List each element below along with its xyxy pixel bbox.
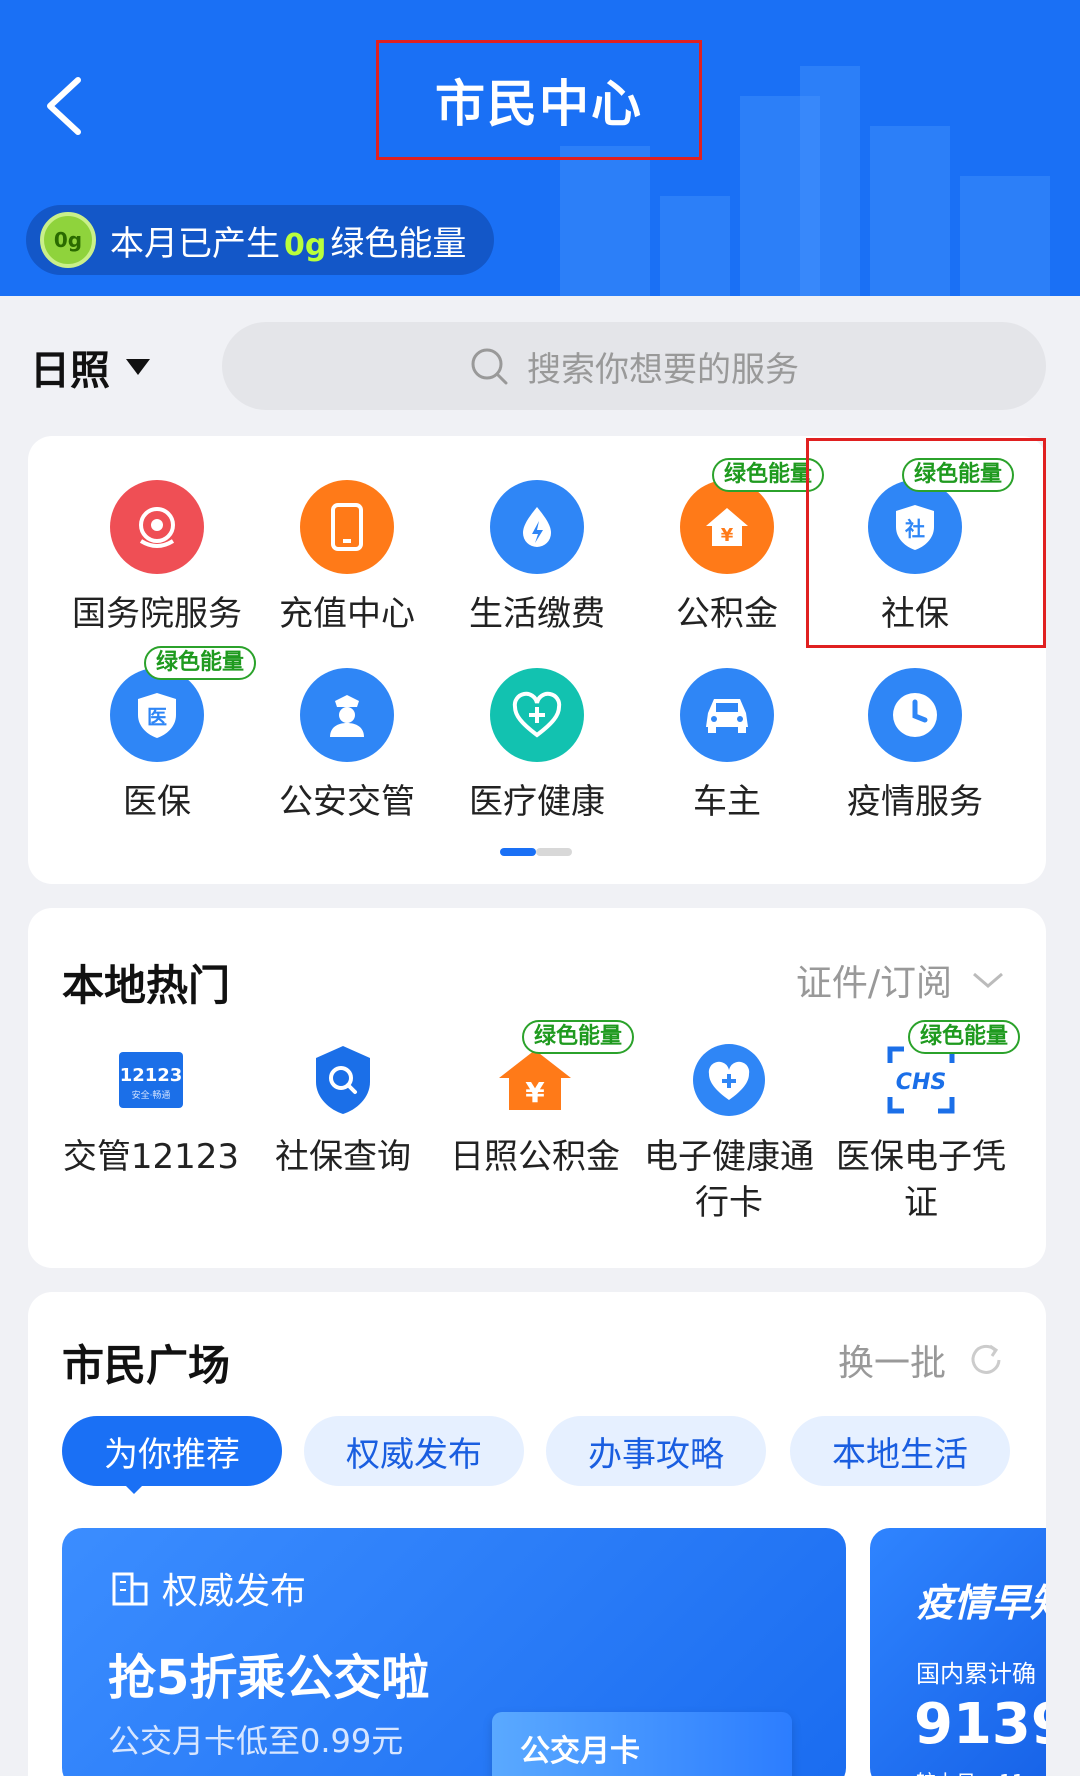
city-selector[interactable]: 日照 — [30, 338, 150, 396]
hot-item-rizhao-fund[interactable]: ¥ 日照公积金 — [440, 1040, 630, 1180]
green-energy-pill[interactable]: 0g 本月已产生 0g 绿色能量 — [26, 205, 494, 275]
tab-official[interactable]: 权威发布 — [304, 1416, 524, 1486]
12123-icon: 12123 安全·畅通 — [111, 1040, 191, 1120]
refresh-button[interactable]: 换一批 — [838, 1334, 1006, 1386]
title-highlight-box: 市民中心 — [376, 40, 702, 160]
service-healthcare[interactable]: 医疗健康 — [442, 668, 632, 823]
banner-subtitle: 公交月卡低至0.99元 — [108, 1722, 404, 1760]
banner-bus-card[interactable]: 权威发布 抢5折乘公交啦 公交月卡低至0.99元 公交月卡 — [62, 1528, 846, 1776]
back-arrow-icon[interactable] — [38, 74, 96, 138]
section-title: 本地热门 — [62, 961, 231, 1010]
banner-tag: 权威发布 — [110, 1562, 306, 1614]
green-energy-tag: 绿色能量 — [522, 1020, 635, 1054]
service-car-owner[interactable]: 车主 — [632, 668, 822, 823]
header: 市民中心 0g 本月已产生 0g 绿色能量 — [0, 0, 1080, 296]
svg-text:¥: ¥ — [721, 525, 734, 546]
service-recharge[interactable]: 充值中心 — [252, 480, 442, 635]
banner-epidemic[interactable]: 疫情早知 国内累计确 9139 较上日 +11 — [870, 1528, 1046, 1776]
police-icon — [300, 668, 394, 762]
caret-down-icon — [126, 359, 150, 375]
hot-item-health-pass[interactable]: 电子健康通行卡 — [634, 1040, 824, 1226]
green-energy-tag: 绿色能量 — [144, 646, 257, 680]
emblem-icon — [110, 480, 204, 574]
chevron-down-icon — [973, 972, 1003, 988]
heart-plus-icon — [490, 668, 584, 762]
service-police-traffic[interactable]: 公安交管 — [252, 668, 442, 823]
refresh-icon — [971, 1344, 1001, 1374]
shield-search-icon — [303, 1040, 383, 1120]
hot-item-12123[interactable]: 12123 安全·畅通 交管12123 — [56, 1040, 246, 1180]
heart-plus-icon — [689, 1040, 769, 1120]
bus-card-label: 公交月卡 — [520, 1734, 640, 1769]
lightning-icon — [490, 480, 584, 574]
tab-recommend[interactable]: 为你推荐 — [62, 1416, 282, 1486]
shield-yi-icon: 医 — [110, 668, 204, 762]
phone-icon — [300, 480, 394, 574]
service-provident-fund[interactable]: ¥ 公积金 — [632, 480, 822, 635]
search-input[interactable]: 搜索你想要的服务 — [222, 322, 1046, 410]
hot-item-medical-voucher[interactable]: CHS 医保电子凭证 — [826, 1040, 1016, 1226]
service-medical-insurance[interactable]: 医 医保 — [62, 668, 252, 823]
page-indicator — [500, 848, 572, 856]
energy-text: 本月已产生 0g 绿色能量 — [110, 223, 467, 264]
svg-text:医: 医 — [147, 705, 167, 729]
city-name: 日照 — [30, 348, 110, 394]
active-tab-pointer — [122, 1482, 146, 1494]
banner-headline: 抢5折乘公交啦 — [108, 1650, 430, 1706]
svg-text:¥: ¥ — [525, 1076, 545, 1109]
citizen-plaza-card: 市民广场 换一批 为你推荐 权威发布 办事攻略 本地生活 权威发布 抢5折乘公交… — [28, 1292, 1046, 1776]
service-state-council[interactable]: 国务院服务 — [62, 480, 252, 635]
green-energy-tag: 绿色能量 — [908, 1020, 1021, 1054]
svg-text:CHS: CHS — [896, 1070, 946, 1095]
building-icon — [112, 1572, 148, 1606]
search-placeholder: 搜索你想要的服务 — [527, 349, 799, 390]
search-icon — [471, 348, 508, 385]
social-security-highlight-box — [806, 438, 1046, 648]
tab-guides[interactable]: 办事攻略 — [546, 1416, 766, 1486]
service-epidemic[interactable]: 疫情服务 — [820, 668, 1010, 823]
section-title: 市民广场 — [62, 1341, 231, 1390]
house-yuan-icon: ¥ — [680, 480, 774, 574]
hot-item-social-query[interactable]: 社保查询 — [248, 1040, 438, 1180]
tab-local-life[interactable]: 本地生活 — [790, 1416, 1010, 1486]
energy-badge-icon: 0g — [40, 212, 96, 268]
clock-icon — [868, 668, 962, 762]
svg-text:12123: 12123 — [120, 1065, 183, 1086]
subscription-dropdown[interactable]: 证件/订阅 — [796, 954, 1006, 1006]
service-utilities[interactable]: 生活缴费 — [442, 480, 632, 635]
page-title: 市民中心 — [435, 75, 643, 133]
svg-text:安全·畅通: 安全·畅通 — [132, 1089, 171, 1101]
car-icon — [680, 668, 774, 762]
